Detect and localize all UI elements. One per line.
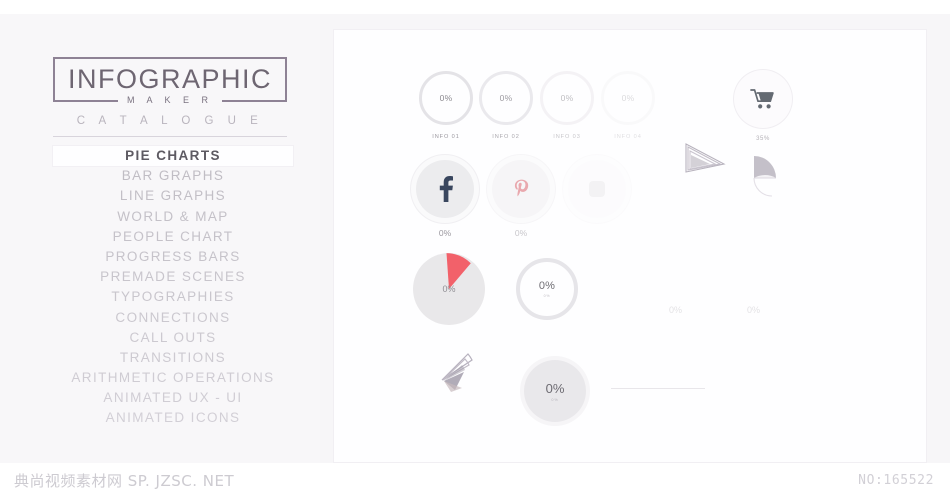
ring-value-01: 0% — [419, 71, 473, 125]
sidebar-item-world-and-map[interactable]: WORLD & MAP — [53, 207, 293, 227]
sidebar-item-bar-graphs[interactable]: BAR GRAPHS — [53, 166, 293, 186]
brand-subtitle-wrap: M A K E R — [53, 90, 287, 110]
sidebar-item-animated-icons[interactable]: ANIMATED ICONS — [53, 408, 293, 428]
placeholder-circle — [568, 160, 626, 218]
watermark-right: NO:165522 — [858, 473, 934, 488]
fan-wedge-icon — [685, 143, 726, 173]
shopping-cart-icon — [750, 89, 774, 109]
chart-icon-cart[interactable]: 35% — [734, 70, 792, 142]
cart-circle — [734, 70, 792, 128]
chart-baseline-rule — [611, 388, 705, 389]
chart-fan-1[interactable] — [682, 142, 728, 182]
brand-rule-right — [222, 99, 264, 101]
facebook-icon — [439, 176, 453, 202]
facebook-circle — [416, 160, 474, 218]
solid-circle-sublabel: 0% — [551, 397, 559, 402]
donut-graphic: 0% 0% — [516, 258, 578, 320]
chart-donut[interactable]: 0% 0% — [516, 258, 578, 320]
donut-sublabel: 0% — [543, 294, 551, 298]
solid-circle-graphic: 0% 0% — [524, 360, 586, 422]
app-root: INFOGRAPHIC M A K E R C A T A L O G U E … — [0, 0, 950, 500]
sidebar-item-premade-scenes[interactable]: PREMADE SCENES — [53, 267, 293, 287]
catalogue-menu: PIE CHARTS BAR GRAPHS LINE GRAPHS WORLD … — [53, 146, 293, 429]
sidebar-item-line-graphs[interactable]: LINE GRAPHS — [53, 186, 293, 206]
fan-wedge-icon-2 — [441, 353, 473, 392]
chart-ring-info-03[interactable]: 0% INFO 03 — [540, 71, 594, 140]
solid-circle-value: 0% — [545, 380, 565, 396]
dot-icon — [589, 181, 605, 197]
fan-half-icon — [753, 156, 776, 197]
catalogue-divider — [53, 136, 287, 137]
top-letterbox — [0, 0, 950, 14]
ring-value-04: 0% — [601, 71, 655, 125]
chart-solid-circle[interactable]: 0% 0% — [524, 360, 586, 422]
ring-value-02: 0% — [479, 71, 533, 125]
brand-rule-left — [75, 99, 118, 101]
sidebar-item-connections[interactable]: CONNECTIONS — [53, 308, 293, 328]
chart-pie-wedge[interactable]: 0% — [412, 252, 486, 326]
sidebar-item-animated-ux-ui[interactable]: ANIMATED UX - UI — [53, 388, 293, 408]
pinterest-value: 0% — [514, 228, 528, 238]
chart-ring-info-02[interactable]: 0% INFO 02 — [479, 71, 533, 140]
sidebar-item-arithmetic-operations[interactable]: ARITHMETIC OPERATIONS — [53, 368, 293, 388]
chart-ring-info-01[interactable]: 0% INFO 01 — [419, 71, 473, 140]
sidebar-item-pie-charts[interactable]: PIE CHARTS — [53, 146, 293, 167]
catalogue-heading: C A T A L O G U E — [76, 115, 264, 127]
watermark-left: 典尚视频素材网 SP. JZSC. NET — [14, 472, 235, 490]
sidebar-item-progress-bars[interactable]: PROGRESS BARS — [53, 247, 293, 267]
pie-wedge-value: 0% — [442, 284, 456, 294]
chart-fan-3[interactable] — [438, 348, 486, 396]
pinterest-icon — [514, 179, 528, 197]
chart-text-value-2[interactable]: 0% — [747, 305, 760, 315]
chart-icon-pinterest[interactable]: 0% — [492, 160, 550, 238]
ring-value-03: 0% — [540, 71, 594, 125]
chart-icon-facebook[interactable]: 0% — [416, 160, 474, 238]
preview-canvas: 0% INFO 01 0% INFO 02 0% INFO 03 0% INFO… — [334, 30, 926, 462]
brand-subtitle: M A K E R — [117, 95, 222, 105]
chart-text-value-1[interactable]: 0% — [669, 305, 682, 315]
pinterest-circle — [492, 160, 550, 218]
sidebar-item-transitions[interactable]: TRANSITIONS — [53, 348, 293, 368]
donut-value: 0% — [538, 280, 556, 292]
chart-fan-2[interactable] — [746, 152, 788, 204]
chart-icon-placeholder[interactable] — [568, 160, 626, 218]
ring-label-04: INFO 04 — [614, 134, 642, 140]
sidebar: INFOGRAPHIC M A K E R C A T A L O G U E … — [0, 0, 320, 465]
chart-ring-info-04[interactable]: 0% INFO 04 — [601, 71, 655, 140]
sidebar-item-typographies[interactable]: TYPOGRAPHIES — [53, 287, 293, 307]
sidebar-item-people-chart[interactable]: PEOPLE CHART — [53, 227, 293, 247]
sidebar-item-call-outs[interactable]: CALL OUTS — [53, 328, 293, 348]
